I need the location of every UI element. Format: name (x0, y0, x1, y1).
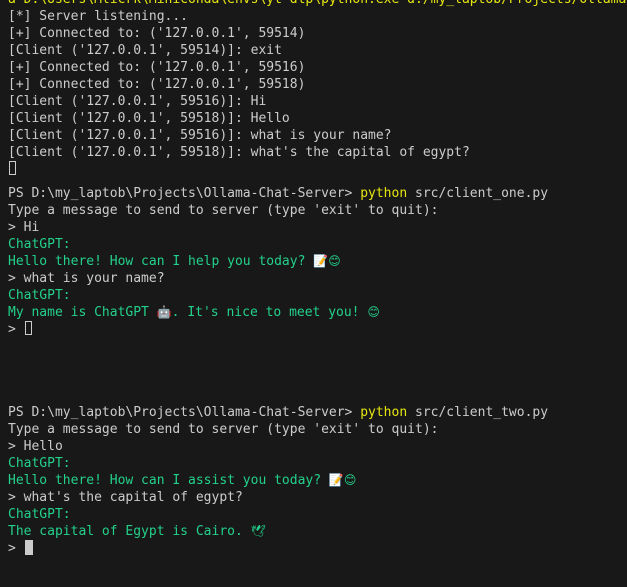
server-output-line: [+] Connected to: ('127.0.0.1', 59516) (8, 60, 306, 75)
bot-message-text: My name is ChatGPT (8, 305, 157, 320)
bot-label: ChatGPT: (8, 237, 71, 252)
ps-prompt: PS D:\my_laptob\Projects\Ollama-Chat-Ser… (8, 405, 361, 420)
bot-message-text: . It's nice to meet you! (171, 305, 368, 320)
bot-message: Hello there! How can I assist you today?… (8, 472, 356, 489)
server-output-line: [Client ('127.0.0.1', 59518)]: what's th… (8, 145, 470, 160)
server-output-line: [Client ('127.0.0.1', 59514)]: exit (8, 43, 282, 58)
bot-label: ChatGPT: (8, 288, 71, 303)
smile-icon: 😊 (367, 305, 380, 319)
dove-icon: 🕊 (250, 524, 266, 538)
server-output-line: [Client ('127.0.0.1', 59516)]: Hi (8, 94, 267, 109)
bot-message-text: The capital of Egypt is Cairo. (8, 524, 251, 539)
memo-smile-icon: 📝😊 (328, 473, 357, 487)
intro-line: Type a message to send to server (type '… (8, 422, 439, 437)
bot-label: ChatGPT: (8, 507, 71, 522)
terminal-cursor (9, 161, 16, 175)
terminal-cursor (24, 321, 32, 335)
server-output-line: [+] Connected to: ('127.0.0.1', 59518) (8, 77, 306, 92)
server-cursor-line (8, 161, 16, 178)
command-name: python (360, 186, 408, 201)
client-one-prompt-line: PS D:\my_laptob\Projects\Ollama-Chat-Ser… (8, 185, 548, 202)
bot-label: ChatGPT: (8, 456, 71, 471)
server-terminal-pane[interactable]: a D:\Users\Mlicrk\Miniconda\envs\yt-dlp\… (0, 0, 627, 183)
user-message: > Hello (8, 439, 63, 454)
command-args: src/client_one.py (407, 186, 549, 201)
bot-message-text: Hello there! How can I help you today? (8, 254, 314, 269)
input-line[interactable]: > (8, 540, 33, 557)
user-message: > what's the capital of egypt? (8, 490, 243, 505)
client-one-terminal-pane[interactable]: PS D:\my_laptob\Projects\Ollama-Chat-Ser… (0, 183, 627, 396)
bot-message: My name is ChatGPT 🤖. It's nice to meet … (8, 304, 380, 321)
bot-message: The capital of Egypt is Cairo. 🕊 (8, 523, 266, 540)
user-message: > Hi (8, 220, 40, 235)
server-output-line: [Client ('127.0.0.1', 59518)]: Hello (8, 111, 290, 126)
input-line[interactable]: > (8, 321, 32, 338)
server-output-line: [Client ('127.0.0.1', 59516)]: what is y… (8, 128, 392, 143)
user-message: > what is your name? (8, 271, 165, 286)
input-prompt: > (8, 541, 24, 556)
client-two-terminal-pane[interactable]: PS D:\my_laptob\Projects\Ollama-Chat-Ser… (0, 396, 627, 587)
robot-icon: 🤖 (156, 305, 172, 319)
command-args: src/client_two.py (407, 405, 549, 420)
server-command-line: a D:\Users\Mlicrk\Miniconda\envs\yt-dlp\… (8, 0, 627, 8)
server-output-line: [*] Server listening... (8, 9, 189, 24)
bot-message: Hello there! How can I help you today? 📝… (8, 253, 341, 270)
ps-prompt: PS D:\my_laptob\Projects\Ollama-Chat-Ser… (8, 186, 361, 201)
server-output-line: [+] Connected to: ('127.0.0.1', 59514) (8, 26, 306, 41)
client-two-prompt-line: PS D:\my_laptob\Projects\Ollama-Chat-Ser… (8, 404, 548, 421)
terminal-cursor (24, 540, 33, 555)
command-name: python (360, 405, 408, 420)
memo-smile-icon: 📝😊 (313, 254, 341, 268)
input-prompt: > (8, 322, 24, 337)
intro-line: Type a message to send to server (type '… (8, 203, 439, 218)
bot-message-text: Hello there! How can I assist you today? (8, 473, 329, 488)
